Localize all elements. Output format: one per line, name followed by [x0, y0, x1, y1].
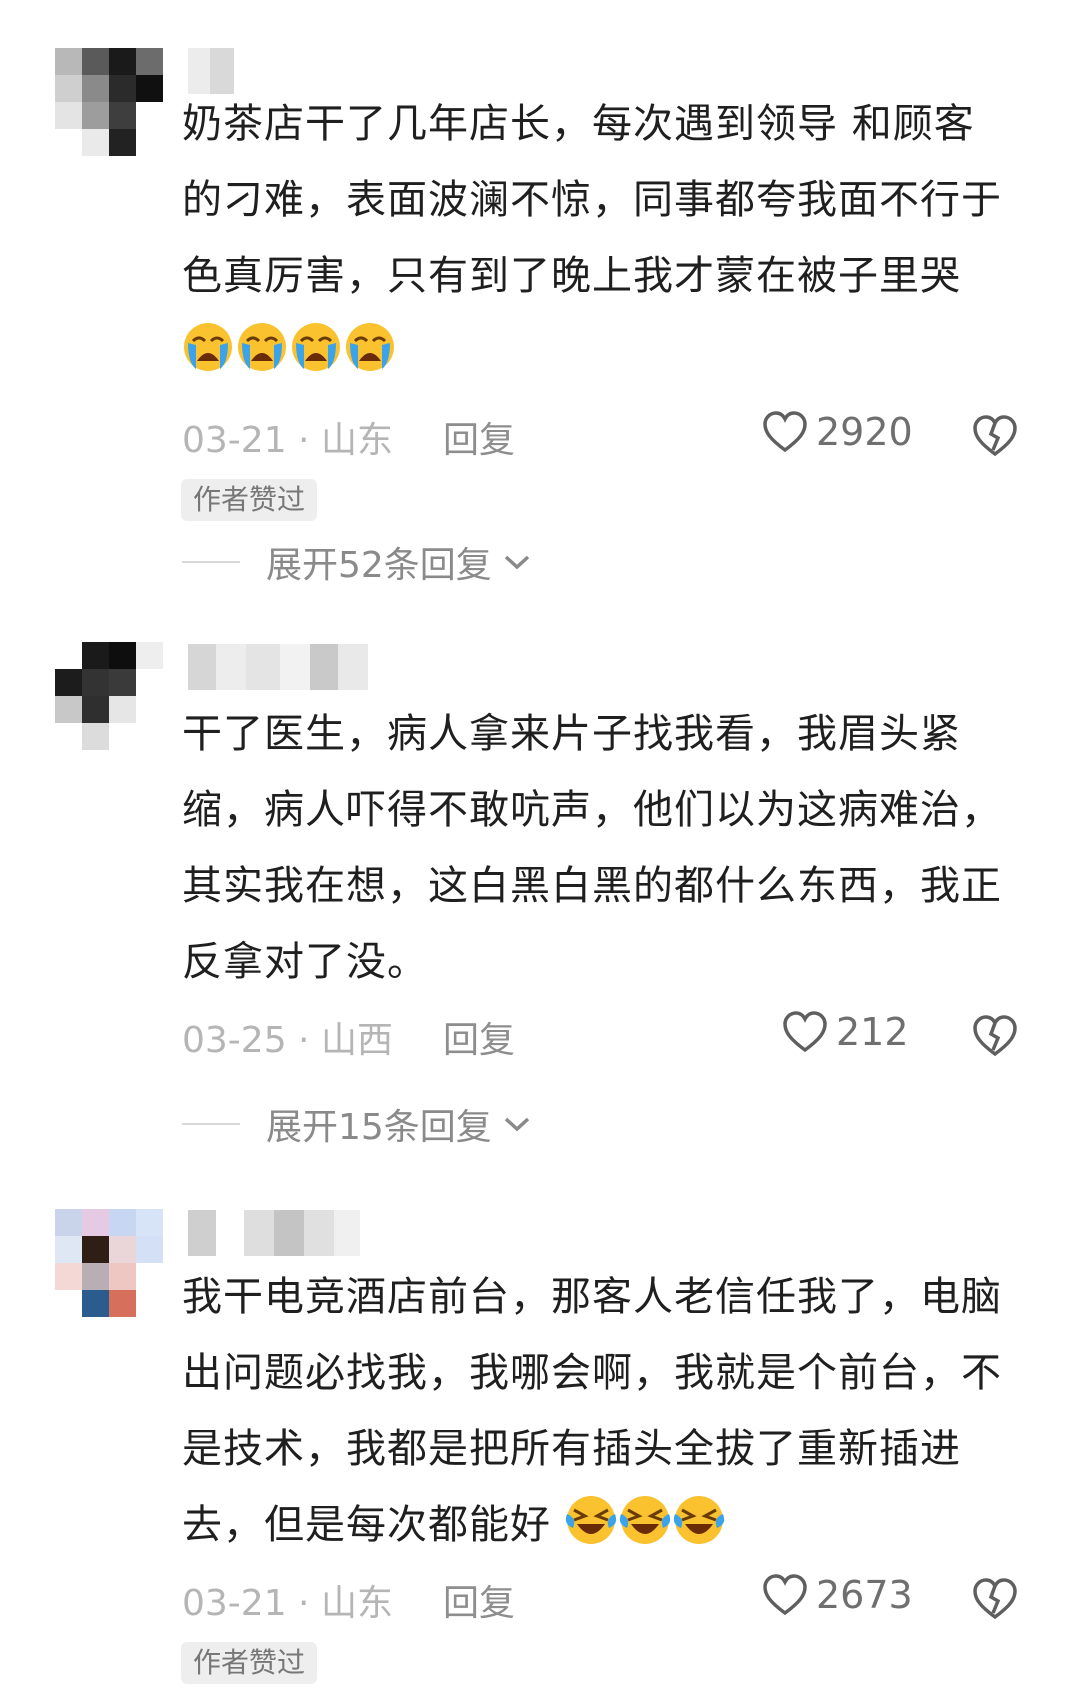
like-button[interactable]: 2673: [762, 1573, 913, 1617]
crying-face-icon: [184, 323, 232, 371]
broken-heart-icon[interactable]: [972, 414, 1018, 458]
broken-heart-icon[interactable]: [972, 1577, 1018, 1621]
chevron-down-icon: [504, 1117, 529, 1132]
avatar[interactable]: [55, 48, 163, 156]
like-count: 212: [836, 1010, 909, 1054]
broken-heart-icon[interactable]: [972, 1014, 1018, 1058]
comment-text-content: 干了医生，病人拿来片子找我看，我眉头紧缩，病人吓得不敢吭声，他们以为这病难治，其…: [182, 711, 1002, 985]
heart-icon: [783, 1011, 827, 1053]
comment-text: 干了医生，病人拿来片子找我看，我眉头紧缩，病人吓得不敢吭声，他们以为这病难治，其…: [182, 696, 1012, 1000]
heart-icon: [763, 411, 807, 453]
author-liked-badge: 作者赞过: [181, 479, 318, 521]
emoji-group: [551, 1496, 727, 1548]
heart-icon: [763, 1574, 807, 1616]
comment-text-content: 奶茶店干了几年店长，每次遇到领导 和顾客的刁难，表面波澜不惊，同事都夸我面不行于…: [182, 101, 1002, 299]
avatar[interactable]: [55, 642, 163, 750]
avatar[interactable]: [55, 1209, 163, 1317]
laughing-crying-face-icon: [673, 1496, 724, 1544]
reply-button[interactable]: 回复: [443, 411, 515, 463]
comment-text: 我干电竞酒店前台，那客人老信任我了，电脑出问题必找我，我哪会啊，我就是个前台，不…: [182, 1259, 1012, 1563]
laughing-crying-face-icon: [565, 1496, 616, 1544]
like-count: 2920: [816, 410, 913, 454]
username[interactable]: [188, 644, 368, 690]
crying-face-icon: [292, 323, 340, 371]
comment-date-location: 03-25 · 山西: [182, 1020, 393, 1061]
reply-button[interactable]: 回复: [443, 1011, 515, 1063]
emoji-group: [182, 323, 398, 375]
reply-button[interactable]: 回复: [443, 1574, 515, 1626]
author-liked-badge: 作者赞过: [181, 1642, 318, 1684]
like-button[interactable]: 2920: [762, 410, 913, 454]
comment-date-location: 03-21 · 山东: [182, 1583, 393, 1624]
crying-face-icon: [346, 323, 394, 371]
expand-replies-label: 展开15条回复: [266, 1107, 492, 1148]
laughing-crying-face-icon: [619, 1496, 670, 1544]
chevron-down-icon: [504, 555, 529, 570]
expand-replies-button[interactable]: 展开52条回复: [182, 537, 532, 587]
divider: [182, 1123, 240, 1125]
username[interactable]: [188, 1210, 360, 1256]
like-count: 2673: [816, 1573, 913, 1617]
like-button[interactable]: 212: [782, 1010, 909, 1054]
divider: [182, 561, 240, 563]
comment-text: 奶茶店干了几年店长，每次遇到领导 和顾客的刁难，表面波澜不惊，同事都夸我面不行于…: [182, 86, 1012, 390]
comment-date-location: 03-21 · 山东: [182, 420, 393, 461]
crying-face-icon: [238, 323, 286, 371]
expand-replies-button[interactable]: 展开15条回复: [182, 1099, 532, 1149]
expand-replies-label: 展开52条回复: [266, 545, 492, 586]
